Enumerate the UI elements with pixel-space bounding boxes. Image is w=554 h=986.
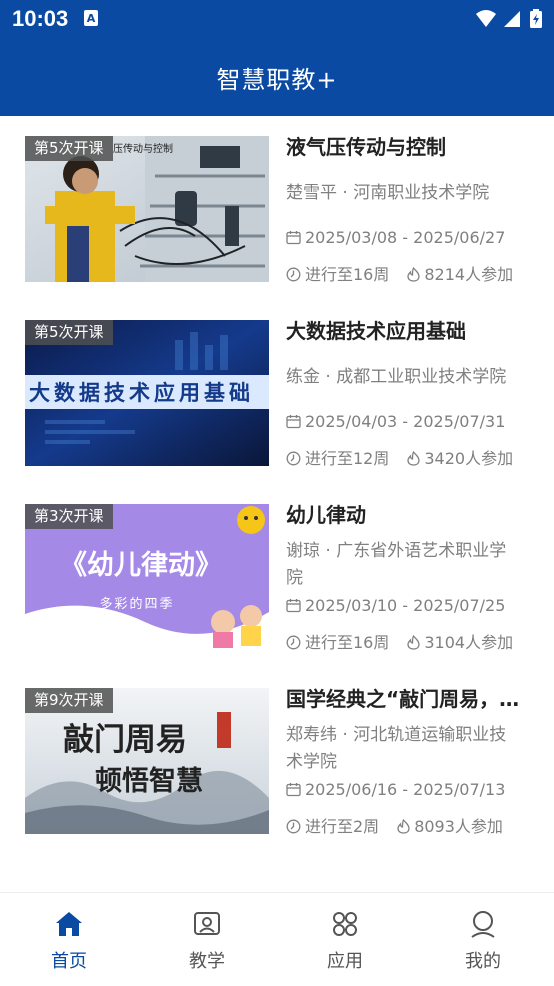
course-title[interactable]: 大数据技术应用基础 [286,316,536,346]
session-badge: 第5次开课 [25,320,113,345]
course-dates: 2025/04/03 - 2025/07/31 [286,412,505,431]
teaching-icon [194,912,220,935]
date-range: 2025/03/08 - 2025/06/27 [305,228,506,247]
course-card[interactable]: 敲门周易 顿悟智慧 第9次开课 国学经典之“敲门周易，顿悟智慧” 郑寿纬 · 河… [25,687,536,837]
date-range: 2025/04/03 - 2025/07/31 [305,412,506,431]
tab-label: 我的 [465,951,501,972]
flame-icon [407,267,421,282]
course-thumbnail[interactable]: 大数据技术应用基础 第5次开课 [25,320,269,466]
course-thumbnail[interactable]: 压传动与控制 第5次开课 [25,136,269,282]
tab-label: 首页 [51,951,87,972]
course-thumbnail[interactable]: 敲门周易 顿悟智慧 第9次开课 [25,688,269,834]
bottom-tab-bar: 首页 教学 应用 我的 [0,892,554,986]
session-badge: 第3次开课 [25,504,113,529]
course-card[interactable]: 大数据技术应用基础 第5次开课 大数据技术应用基础 练金 · 成都工业职业技术学… [25,319,535,469]
svg-text:A: A [87,12,96,25]
clock-icon [286,635,301,650]
course-card[interactable]: 压传动与控制 第5次开课 液气压传动与控制 楚雪平 · 河南职业技术学院 202… [25,135,535,285]
tab-apps[interactable]: 应用 [276,893,414,986]
app-header: 10:03 A 智慧职教+ [0,0,554,116]
course-teacher: 谢琼 · 广东省外语艺术职业学院 [286,541,507,588]
status-time: 10:03 [12,6,69,31]
course-title[interactable]: 液气压传动与控制 [286,132,536,162]
home-icon [56,912,82,936]
wifi-icon [476,10,496,27]
course-stats: 进行至16周 8214人参加 [286,261,513,285]
calendar-icon [286,783,301,797]
course-stats: 进行至2周 8093人参加 [286,813,503,837]
participants-text: 3104人参加 [424,633,514,652]
progress-text: 进行至16周 [305,633,390,652]
clock-icon [286,451,301,466]
tab-teaching[interactable]: 教学 [138,893,276,986]
course-stats: 进行至16周 3104人参加 [286,629,513,653]
clock-icon [286,267,301,282]
course-title[interactable]: 幼儿律动 [286,500,536,530]
participants-text: 3420人参加 [424,449,514,468]
status-bar: 10:03 A [0,0,554,38]
date-range: 2025/03/10 - 2025/07/25 [305,596,506,615]
progress-text: 进行至12周 [305,449,390,468]
calendar-icon [286,415,301,429]
course-title[interactable]: 国学经典之“敲门周易，顿悟智慧” [286,684,536,714]
course-teacher: 楚雪平 · 河南职业技术学院 [286,183,490,203]
flame-icon [397,819,410,834]
participants-text: 8093人参加 [414,817,503,836]
clock-icon [286,819,301,834]
session-badge: 第5次开课 [25,136,113,161]
flame-icon [407,451,421,466]
course-stats: 进行至12周 3420人参加 [286,445,513,469]
calendar-icon [286,231,301,245]
participants-text: 8214人参加 [424,265,514,284]
apps-icon [333,912,357,936]
session-badge: 第9次开课 [25,688,113,713]
course-dates: 2025/06/16 - 2025/07/13 [286,780,505,799]
battery-icon [530,9,542,28]
signal-icon [504,11,520,27]
progress-text: 进行至2周 [305,817,380,836]
tab-label: 教学 [189,951,225,972]
thumb-caption: 《幼儿律动》 [60,550,222,581]
thumb-caption: 敲门周易 [63,722,187,758]
calendar-icon [286,599,301,613]
course-thumbnail[interactable]: 《幼儿律动》 多彩的四季 第3次开课 [25,504,269,650]
progress-text: 进行至16周 [305,265,390,284]
page-title: 智慧职教+ [216,66,338,94]
tab-label: 应用 [327,951,363,972]
tab-home[interactable]: 首页 [0,893,138,986]
course-dates: 2025/03/08 - 2025/06/27 [286,228,505,247]
accessibility-notification-icon: A [84,10,98,30]
thumb-caption: 大数据技术应用基础 [29,381,254,405]
thumb-subcaption: 多彩的四季 [99,596,174,612]
flame-icon [407,635,421,650]
course-dates: 2025/03/10 - 2025/07/25 [286,596,505,615]
profile-icon [471,911,495,938]
tab-profile[interactable]: 我的 [414,893,552,986]
status-icons [474,8,546,34]
course-teacher: 郑寿纬 · 河北轨道运输职业技术学院 [286,725,507,772]
course-card[interactable]: 《幼儿律动》 多彩的四季 第3次开课 幼儿律动 谢琼 · 广东省外语艺术职业学院… [25,503,535,653]
date-range: 2025/06/16 - 2025/07/13 [305,780,506,799]
thumb-caption-2: 顿悟智慧 [95,766,203,797]
course-teacher: 练金 · 成都工业职业技术学院 [286,367,507,387]
thumb-caption: 压传动与控制 [113,142,173,155]
